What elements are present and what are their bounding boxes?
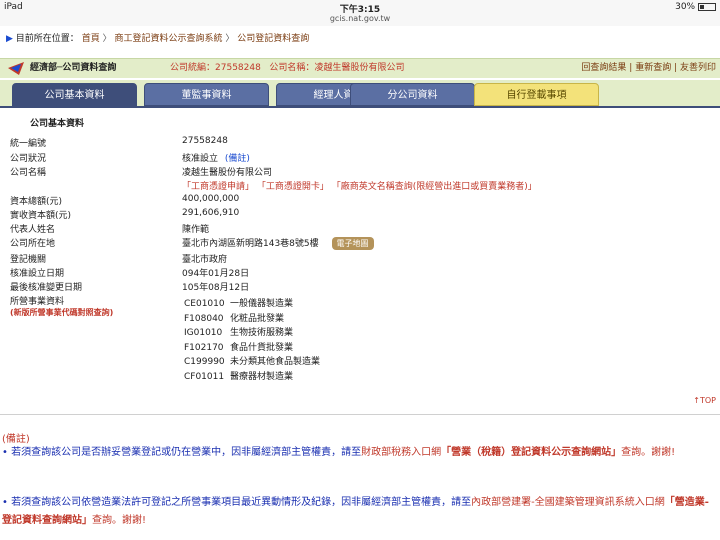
business-code: IG01010 bbox=[184, 328, 223, 338]
tab-company-basic[interactable]: 公司基本資料 bbox=[12, 83, 137, 106]
cert-apply-link[interactable]: 「工商憑證申請」 bbox=[182, 182, 254, 192]
battery-indicator: 30% bbox=[675, 2, 716, 12]
battery-percent: 30% bbox=[675, 2, 696, 12]
status-text: 核准設立 bbox=[182, 154, 219, 164]
tab-branches[interactable]: 分公司資料 bbox=[350, 83, 475, 106]
company-id-label: 公司統編： bbox=[170, 63, 216, 73]
ios-status-bar: iPad 下午3:15 gcis.nat.gov.tw 30% bbox=[0, 0, 720, 26]
tax-registration-link[interactable]: 「營業（稅籍）登記資料公示查詢網站」 bbox=[441, 447, 621, 458]
address-text: 臺北市內湖區新明路143巷8號5樓 bbox=[182, 239, 319, 249]
tab-directors[interactable]: 董監事資料 bbox=[144, 83, 269, 106]
list-item: F108040 化粧品批發業 bbox=[184, 311, 320, 326]
breadcrumb-separator: 〉 bbox=[102, 34, 112, 44]
value-id: 27558248 bbox=[182, 136, 228, 146]
business-name: 生物技術服務業 bbox=[230, 328, 294, 338]
business-code: F102170 bbox=[184, 342, 224, 353]
label-authority: 登記機關 bbox=[10, 255, 47, 265]
section-title: 公司基本資料 bbox=[30, 119, 85, 129]
construction-portal-link[interactable]: 內政部營建署-全國建築管理資訊系統入口網 bbox=[471, 497, 665, 508]
label-capital-paid: 實收資本額(元) bbox=[10, 211, 72, 221]
breadcrumb: ▶ 目前所在位置： 首頁 〉 商工登記資料公示查詢系統 〉 公司登記資料查詢 bbox=[0, 30, 720, 50]
header-links: 回查詢結果 | 重新查詢 | 友善列印 bbox=[581, 63, 716, 73]
label-representative: 代表人姓名 bbox=[10, 225, 56, 235]
battery-icon bbox=[698, 2, 716, 11]
business-name: 食品什貨批發業 bbox=[230, 342, 294, 353]
header-band: 經濟部─公司資料查詢 公司統編：27558248 公司名稱：凌越生醫股份有限公司… bbox=[0, 58, 720, 78]
list-item: CE01010 一般儀器製造業 bbox=[184, 296, 320, 311]
ministry-title: 經濟部─公司資料查詢 bbox=[30, 63, 117, 73]
business-code: CF01011 bbox=[184, 371, 225, 382]
footer-note-tax: • 若須查詢該公司是否辦妥營業登記或仍在營業中，因非屬經濟部主管權責，請至財政部… bbox=[2, 444, 714, 462]
home-pin-icon: ▶ bbox=[6, 34, 13, 44]
breadcrumb-separator: 〉 bbox=[225, 34, 235, 44]
label-name: 公司名稱 bbox=[10, 168, 47, 178]
moea-logo-icon bbox=[8, 62, 24, 75]
note1-thanks: 查詢。謝謝! bbox=[621, 447, 676, 458]
business-list: CE01010 一般儀器製造業 F108040 化粧品批發業 IG01010 生物技術… bbox=[184, 296, 320, 383]
address-bar-url[interactable]: gcis.nat.gov.tw bbox=[0, 14, 720, 23]
new-search-link[interactable]: 重新查詢 bbox=[635, 63, 671, 73]
value-capital-total: 400,000,000 bbox=[182, 194, 240, 204]
company-summary: 公司統編：27558248 公司名稱：凌越生醫股份有限公司 bbox=[170, 59, 404, 78]
business-code-lookup-link[interactable]: (新版所營事業代碼對照查詢) bbox=[10, 307, 113, 318]
back-to-results-link[interactable]: 回查詢結果 bbox=[581, 63, 626, 73]
english-name-link[interactable]: 「廠商英文名稱查詢(限經營出進口或買賣業務者)」 bbox=[332, 182, 537, 192]
business-name: 醫療器材製造業 bbox=[230, 371, 294, 382]
divider bbox=[0, 414, 720, 415]
certificate-links: 「工商憑證申請」 「工商憑證開卡」 「廠商英文名稱查詢(限經營出進口或買賣業務者… bbox=[182, 179, 537, 192]
list-item: F102170 食品什貨批發業 bbox=[184, 340, 320, 355]
note1-text: 若須查詢該公司是否辦妥營業登記或仍在營業中，因非屬經濟部主管權責，請至 bbox=[7, 447, 362, 458]
company-name: 凌越生醫股份有限公司 bbox=[314, 63, 405, 73]
value-status: 核准設立 (備註) bbox=[182, 151, 250, 164]
value-name: 凌越生醫股份有限公司 bbox=[182, 168, 273, 178]
company-name-label: 公司名稱： bbox=[269, 63, 315, 73]
note2-text: 若須查詢該公司依營造業法許可登記之所營事業項目最近異動情形及紀錄，因非屬經濟部主… bbox=[7, 497, 472, 508]
footer-note-construction: • 若須查詢該公司依營造業法許可登記之所營事業項目最近異動情形及紀錄，因非屬經濟… bbox=[2, 494, 714, 530]
company-id: 27558248 bbox=[215, 63, 261, 73]
tabs-bar: 公司基本資料 董監事資料 經理人資料 分公司資料 自行登載事項 bbox=[0, 80, 720, 108]
label-last-change: 最後核准變更日期 bbox=[10, 283, 83, 293]
label-status: 公司狀況 bbox=[10, 154, 47, 164]
breadcrumb-home[interactable]: 首頁 bbox=[82, 34, 100, 44]
breadcrumb-system[interactable]: 商工登記資料公示查詢系統 bbox=[114, 34, 222, 44]
value-representative: 陳作範 bbox=[182, 225, 210, 235]
tab-divider bbox=[0, 106, 720, 108]
list-item: C199990 未分類其他食品製造業 bbox=[184, 354, 320, 369]
footer-title: (備註) bbox=[2, 434, 30, 445]
business-code: CE01010 bbox=[184, 299, 225, 309]
note2-thanks: 查詢。謝謝! bbox=[92, 515, 147, 526]
breadcrumb-current[interactable]: 公司登記資料查詢 bbox=[237, 34, 309, 44]
status-note-link[interactable]: (備註) bbox=[225, 154, 250, 164]
tab-self-reported[interactable]: 自行登載事項 bbox=[474, 83, 599, 106]
business-name: 未分類其他食品製造業 bbox=[230, 357, 321, 367]
label-capital-total: 資本總額(元) bbox=[10, 197, 63, 207]
cert-activate-link[interactable]: 「工商憑證開卡」 bbox=[257, 182, 329, 192]
label-approved-date: 核准設立日期 bbox=[10, 269, 65, 279]
business-name: 一般儀器製造業 bbox=[230, 299, 294, 309]
business-code: C199990 bbox=[184, 357, 225, 367]
breadcrumb-prefix: 目前所在位置： bbox=[15, 34, 79, 44]
business-code: F108040 bbox=[184, 313, 224, 324]
tax-portal-link[interactable]: 財政部稅務入口網 bbox=[361, 447, 441, 458]
value-authority: 臺北市政府 bbox=[182, 255, 228, 265]
label-id: 統一編號 bbox=[10, 139, 47, 149]
e-map-button[interactable]: 電子地圖 bbox=[331, 237, 374, 250]
value-approved-date: 094年01月28日 bbox=[182, 269, 250, 279]
value-capital-paid: 291,606,910 bbox=[182, 208, 240, 218]
value-address: 臺北市內湖區新明路143巷8號5樓 電子地圖 bbox=[182, 236, 374, 250]
print-link[interactable]: 友善列印 bbox=[680, 63, 716, 73]
list-item: IG01010 生物技術服務業 bbox=[184, 325, 320, 340]
back-to-top-link[interactable]: ↑TOP bbox=[693, 396, 716, 405]
label-business: 所營事業資料 bbox=[10, 297, 65, 307]
list-item: CF01011 醫療器材製造業 bbox=[184, 369, 320, 384]
label-address: 公司所在地 bbox=[10, 239, 56, 249]
business-name: 化粧品批發業 bbox=[230, 313, 285, 324]
value-last-change: 105年08月12日 bbox=[182, 283, 250, 293]
